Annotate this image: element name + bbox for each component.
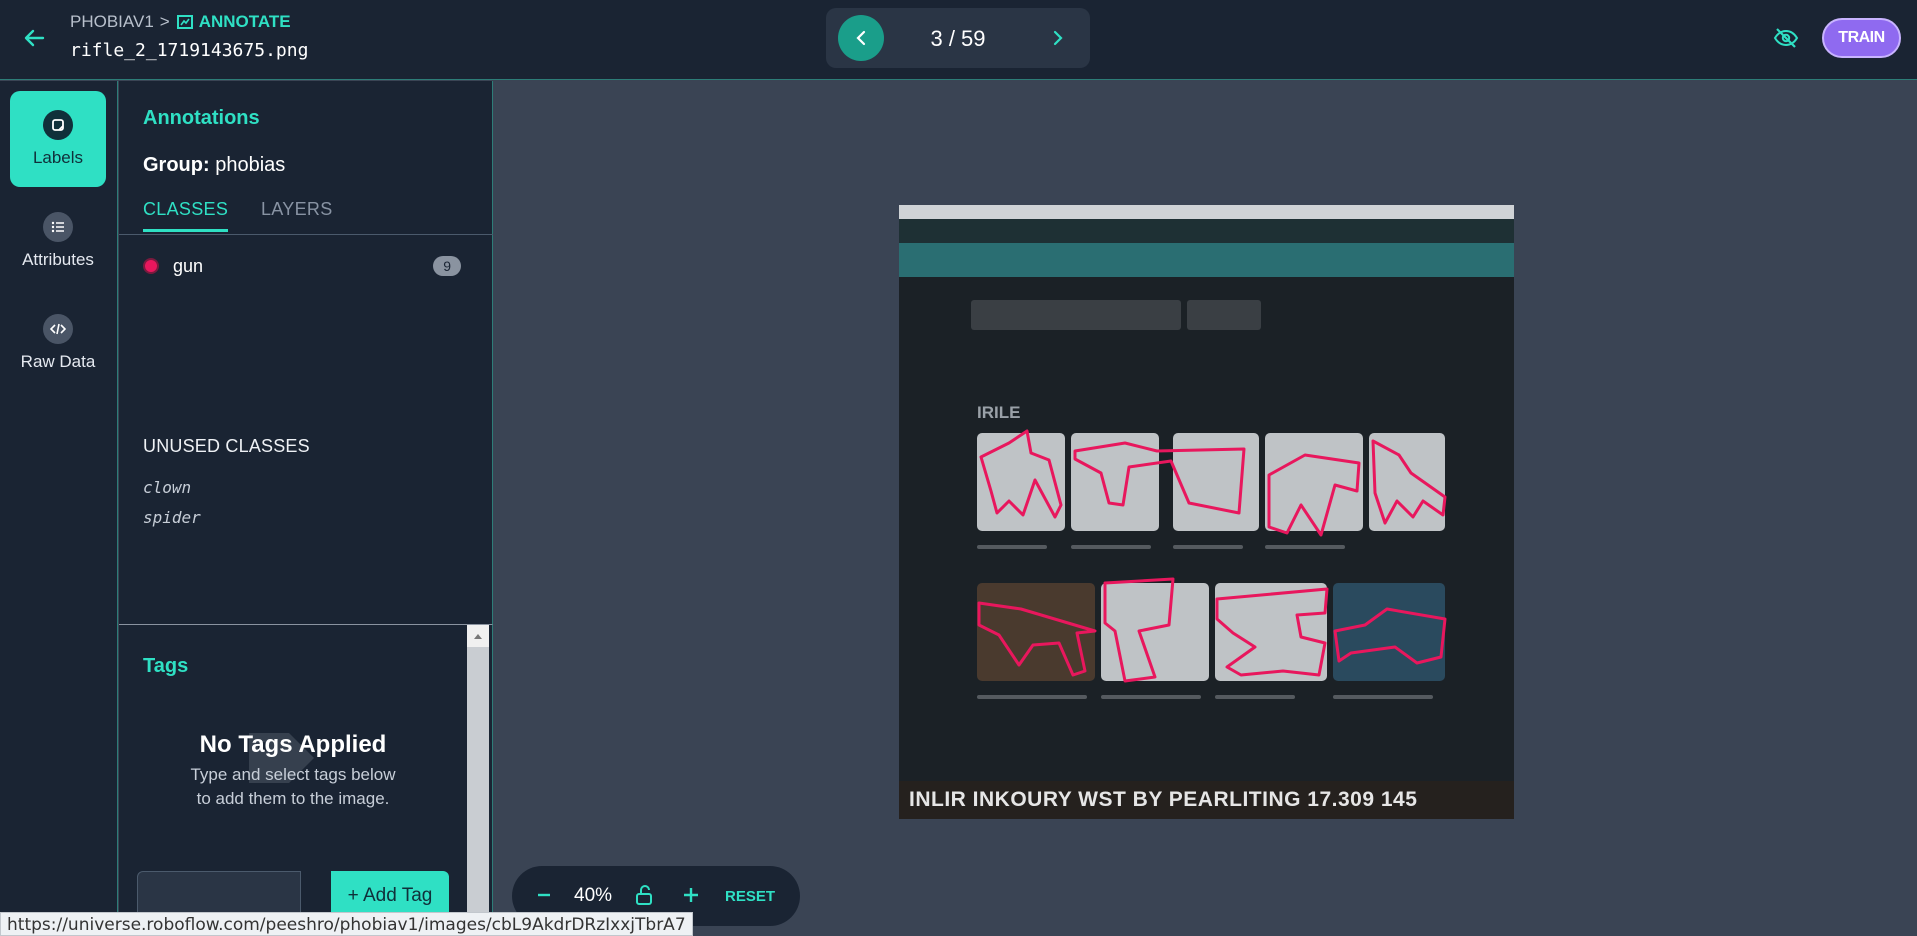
status-url: https://universe.roboflow.com/peeshro/ph… — [0, 912, 693, 936]
rail-item-attributes[interactable]: Attributes — [10, 193, 106, 289]
no-tags-title: No Tags Applied — [199, 731, 387, 758]
unused-classes-title: UNUSED CLASSES — [143, 436, 310, 456]
top-bar: PHOBIAV1 > ANNOTATE rifle_2_1719143675.p… — [0, 0, 1917, 80]
breadcrumb: PHOBIAV1 > ANNOTATE — [70, 12, 291, 32]
class-row-gun[interactable]: gun 9 — [143, 253, 461, 279]
gun-annotation-polygon — [1371, 439, 1447, 525]
label-icon — [43, 110, 73, 140]
image-filename: rifle_2_1719143675.png — [70, 40, 309, 61]
image-bottom-text: INLIR INKOURY WST BY PEARLITING 17.309 1… — [909, 788, 1418, 811]
image-bottom-strip: INLIR INKOURY WST BY PEARLITING 17.309 1… — [899, 781, 1514, 819]
lock-zoom-button[interactable] — [634, 884, 656, 906]
rail-item-label: Raw Data — [20, 352, 96, 371]
annotation-overlay — [977, 429, 1447, 683]
chevron-right-icon — [1053, 30, 1063, 46]
breadcrumb-section: ANNOTATE — [176, 12, 291, 32]
gun-annotation-polygon — [979, 429, 1063, 519]
zoom-percent: 40% — [574, 885, 613, 906]
plus-icon — [684, 888, 698, 902]
annotate-icon — [176, 15, 193, 29]
panel-title: Annotations — [143, 107, 260, 129]
unlock-icon — [636, 885, 652, 905]
train-button[interactable]: TRAIN — [1822, 18, 1901, 58]
breadcrumb-project[interactable]: PHOBIAV1 — [70, 12, 154, 32]
group-line: Group: phobias — [143, 154, 285, 177]
group-label: Group: — [143, 154, 210, 176]
tab-layers[interactable]: LAYERS — [261, 199, 333, 220]
previous-image-button[interactable] — [838, 15, 884, 61]
left-rail: Labels Attributes Raw Data — [0, 81, 118, 936]
code-icon — [43, 314, 73, 344]
rail-item-labels[interactable]: Labels — [10, 91, 106, 187]
chevron-left-icon — [856, 30, 866, 46]
minus-icon — [538, 893, 550, 897]
gun-annotation-polygon — [1333, 607, 1447, 665]
class-color-dot — [143, 258, 159, 274]
image-pager: 3 / 59 — [826, 8, 1090, 68]
hide-annotations-button[interactable] — [1772, 24, 1800, 52]
scroll-up-arrow-icon[interactable] — [467, 625, 489, 647]
zoom-out-button[interactable] — [536, 882, 552, 908]
unused-class-spider[interactable]: spider — [143, 508, 201, 527]
unused-class-clown[interactable]: clown — [143, 478, 191, 497]
image-counter: 3 / 59 — [930, 26, 986, 51]
no-tags-subtitle: Type and select tags below to add them t… — [190, 765, 396, 808]
tags-title: Tags — [143, 655, 189, 677]
tags-panel: Tags No Tags Applied Type and select tag… — [119, 624, 493, 936]
group-value: phobias — [215, 154, 286, 176]
list-icon — [43, 212, 73, 242]
breadcrumb-separator: > — [159, 12, 170, 31]
tab-classes[interactable]: CLASSES — [143, 199, 229, 232]
class-name: gun — [173, 255, 204, 276]
panel-tabs: CLASSES LAYERS — [119, 193, 493, 235]
zoom-in-button[interactable] — [682, 882, 700, 908]
back-arrow-icon[interactable] — [20, 24, 48, 52]
gun-annotation-polygon — [1073, 441, 1246, 515]
next-image-button[interactable] — [1044, 24, 1072, 52]
gun-annotation-polygon — [1215, 587, 1329, 677]
eye-off-icon — [1773, 28, 1799, 48]
rail-item-label: Labels — [32, 148, 84, 167]
annotations-panel: Annotations Group: phobias CLASSES LAYER… — [119, 81, 493, 624]
rail-item-raw-data[interactable]: Raw Data — [10, 295, 106, 391]
reset-zoom-button[interactable]: RESET — [725, 888, 775, 905]
gun-annotation-polygon — [1267, 453, 1361, 537]
tags-scrollbar[interactable] — [467, 625, 489, 936]
rail-item-label: Attributes — [22, 250, 94, 269]
annotated-image[interactable]: IRILE INLIR INKOURY WST BY PEARLITING 17… — [899, 205, 1514, 819]
gun-annotation-polygon — [977, 601, 1097, 677]
class-count-badge: 9 — [433, 256, 461, 276]
gun-annotation-polygon — [1103, 577, 1175, 683]
